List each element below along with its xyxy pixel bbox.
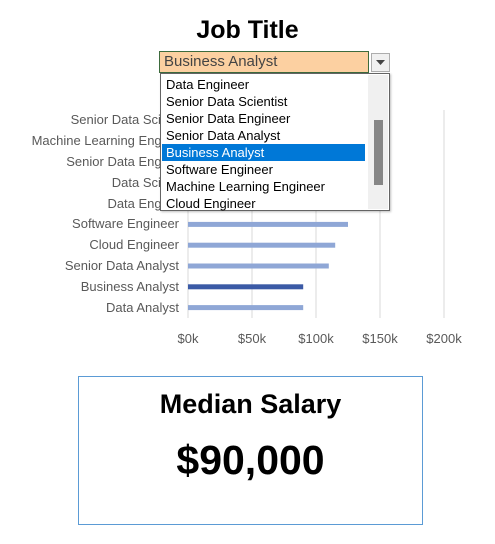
salary-bar bbox=[188, 242, 336, 248]
job-title-options-list[interactable]: Data Engineer Senior Data Scientist Senior… bbox=[160, 73, 390, 211]
x-tick-label: $50k bbox=[237, 331, 267, 346]
salary-bar bbox=[188, 263, 329, 269]
x-tick-label: $200k bbox=[426, 331, 462, 346]
scrollbar-thumb[interactable] bbox=[374, 120, 383, 185]
y-category-label: Machine Learning Engine bbox=[31, 133, 179, 149]
y-category-label: Software Engineer bbox=[72, 216, 179, 232]
chevron-down-icon bbox=[376, 59, 385, 65]
salary-bar bbox=[188, 284, 304, 290]
dropdown-option[interactable]: Software Engineer bbox=[162, 161, 365, 178]
salary-bar bbox=[188, 305, 304, 311]
dropdown-toggle-button[interactable] bbox=[371, 53, 390, 72]
dropdown-option[interactable]: Senior Data Engineer bbox=[162, 110, 365, 127]
dropdown-option[interactable]: Senior Data Analyst bbox=[162, 127, 365, 144]
dropdown-option[interactable]: Cloud Engineer bbox=[162, 195, 365, 212]
median-salary-value: $90,000 bbox=[176, 437, 325, 483]
y-category-label: Senior Data Analyst bbox=[64, 258, 179, 273]
dropdown-option[interactable]: Senior Data Scientist bbox=[162, 93, 365, 110]
x-tick-label: $100k bbox=[298, 331, 334, 346]
job-title-dropdown[interactable]: Business Analyst bbox=[159, 51, 369, 73]
y-category-label: Business Analyst bbox=[80, 278, 179, 294]
x-tick-label: $0k bbox=[177, 331, 199, 346]
salary-bar bbox=[188, 221, 348, 227]
median-salary-label: Median Salary bbox=[159, 389, 342, 419]
x-tick-label: $150k bbox=[362, 331, 398, 346]
dropdown-option[interactable]: Data Engineer bbox=[162, 76, 365, 93]
scrollbar[interactable] bbox=[368, 75, 388, 209]
dropdown-option[interactable]: Machine Learning Engineer bbox=[162, 178, 365, 195]
y-category-label: Data Analyst bbox=[106, 299, 179, 315]
median-salary-card: Median Salary $90,000 bbox=[78, 376, 423, 525]
y-category-label: Cloud Engineer bbox=[89, 237, 179, 253]
dropdown-option[interactable]: Business Analyst bbox=[162, 144, 365, 161]
